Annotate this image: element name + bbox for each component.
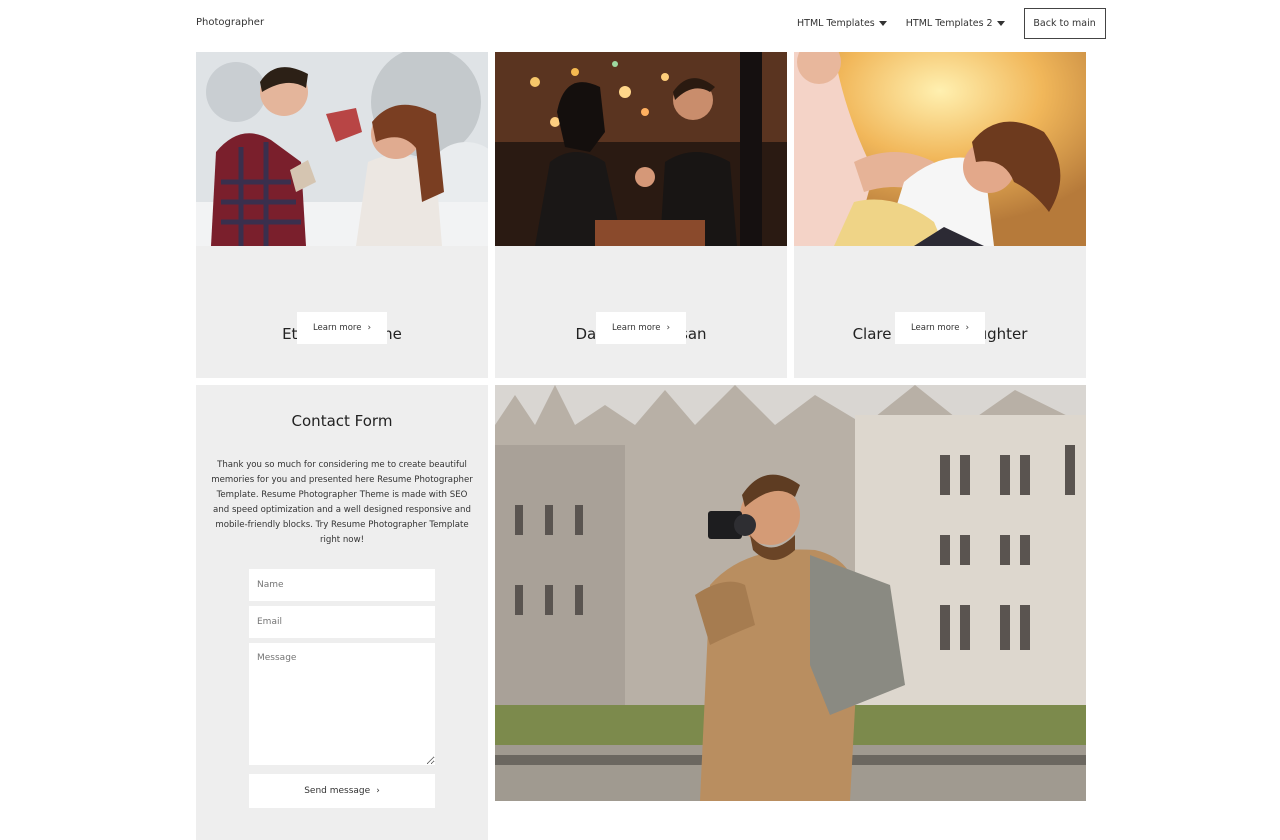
send-message-label: Send message <box>304 786 371 796</box>
name-input[interactable] <box>249 569 435 601</box>
learn-more-button[interactable]: Learn more › <box>297 312 387 344</box>
nav-dropdown-html-templates-2[interactable]: HTML Templates 2 <box>906 8 1005 39</box>
mother-daughter-photo <box>794 52 1086 246</box>
learn-more-label: Learn more <box>312 323 362 333</box>
contact-form-title: Contact Form <box>291 412 393 430</box>
caret-down-icon <box>996 21 1005 26</box>
learn-more-button[interactable]: Learn more › <box>895 312 985 344</box>
chevron-right-icon: › <box>666 323 671 333</box>
couple-dinner-photo <box>495 52 787 246</box>
brand-logo-text[interactable]: Photographer <box>196 17 264 28</box>
portfolio-card-ethan-anne: Ethan and Anne Learn more › <box>196 52 488 378</box>
learn-more-label: Learn more <box>611 323 661 333</box>
back-to-main-button[interactable]: Back to main <box>1023 8 1106 39</box>
chevron-right-icon: › <box>367 323 372 333</box>
send-message-button[interactable]: Send message › <box>249 774 435 808</box>
learn-more-button[interactable]: Learn more › <box>596 312 686 344</box>
photographer-portrait-photo <box>495 385 1086 801</box>
contact-form-section: Contact Form Thank you so much for consi… <box>196 385 488 840</box>
learn-more-label: Learn more <box>910 323 960 333</box>
message-textarea[interactable] <box>249 643 435 765</box>
portfolio-card-clare-daughter: Clare and her daughter Learn more › <box>794 52 1086 378</box>
nav-item-label: HTML Templates 2 <box>905 18 993 29</box>
caret-down-icon <box>878 21 887 26</box>
contact-description: Thank you so much for considering me to … <box>211 460 473 545</box>
email-input[interactable] <box>249 606 435 638</box>
top-navbar: Photographer HTML Templates HTML Templat… <box>0 0 1280 48</box>
main-nav: HTML Templates HTML Templates 2 Back to … <box>797 8 1106 39</box>
chevron-right-icon: › <box>965 323 970 333</box>
chevron-right-icon: › <box>376 786 380 796</box>
couple-winter-photo <box>196 52 488 246</box>
portfolio-card-daniel-susan: Daniel and Susan Learn more › <box>495 52 787 378</box>
nav-dropdown-html-templates[interactable]: HTML Templates <box>797 8 887 39</box>
nav-item-label: HTML Templates <box>797 18 875 29</box>
